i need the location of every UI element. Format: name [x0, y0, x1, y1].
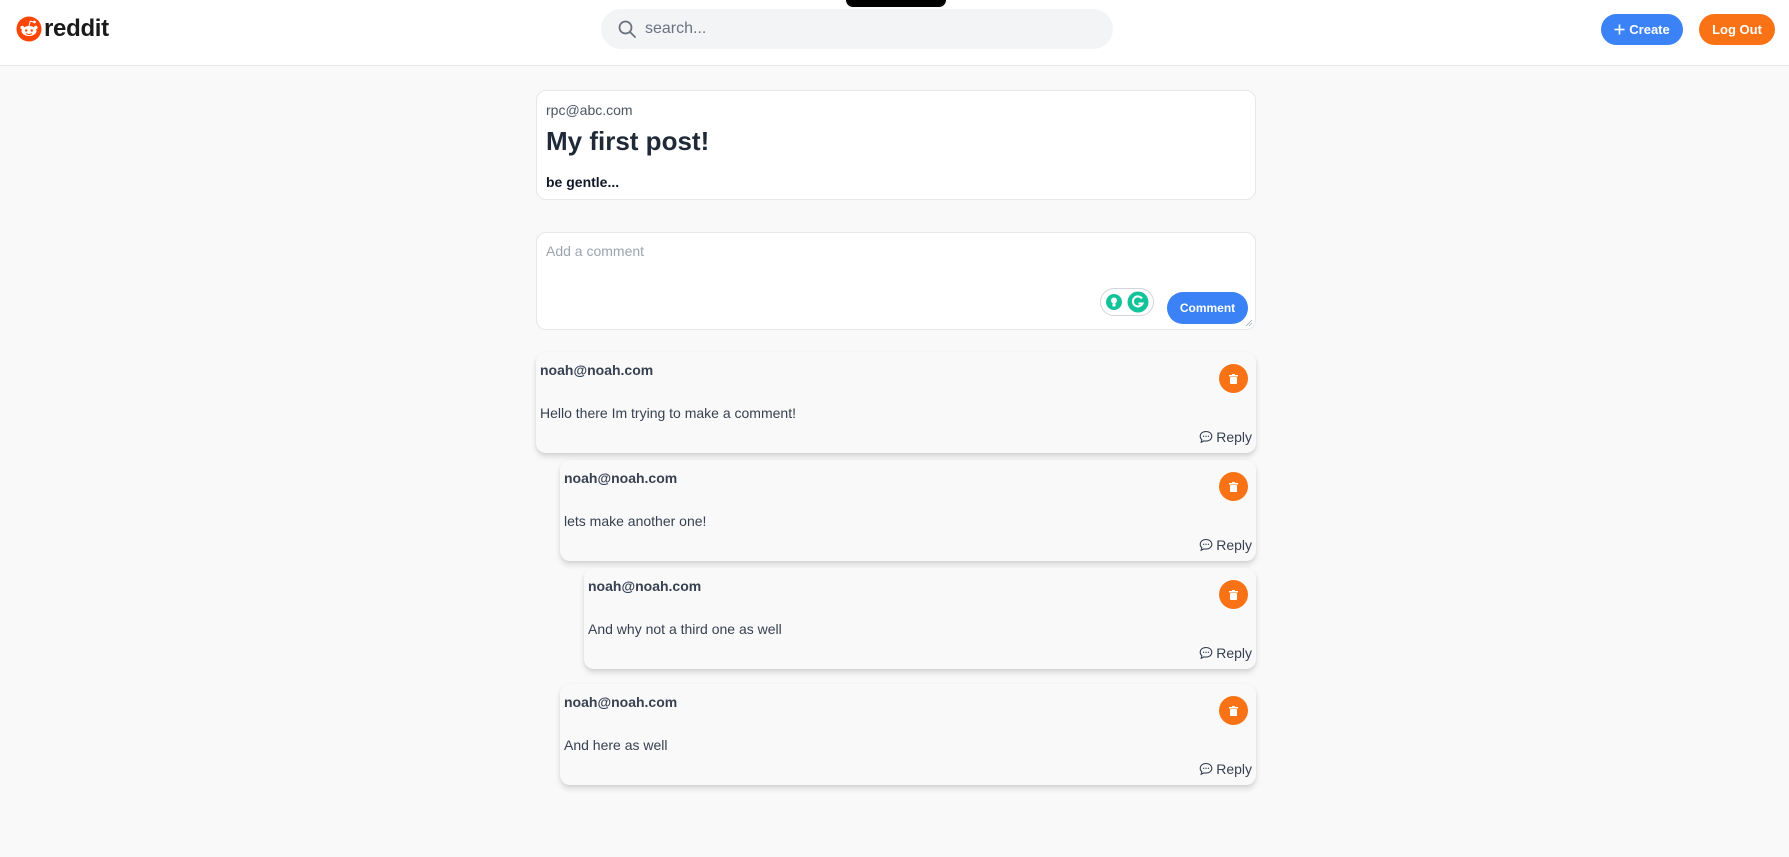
delete-comment-button[interactable]: [1219, 580, 1248, 609]
comment-author: noah@noah.com: [564, 694, 678, 710]
comment-item: noah@noah.com lets make another one! Rep…: [560, 460, 1256, 561]
comment-item: noah@noah.com And why not a third one as…: [584, 568, 1256, 669]
grammarly-icon: [1127, 291, 1149, 313]
camera-notch: [846, 0, 946, 7]
comment-author: noah@noah.com: [564, 470, 678, 486]
reddit-logo[interactable]: reddit: [16, 16, 109, 42]
reply-label: Reply: [1216, 429, 1252, 445]
post-card: rpc@abc.com My first post! be gentle...: [536, 90, 1256, 200]
comment-item: noah@noah.com Hello there Im trying to m…: [536, 352, 1256, 453]
reddit-logo-icon: [16, 16, 42, 42]
post-author: rpc@abc.com: [546, 102, 633, 118]
trash-icon: [1229, 481, 1238, 492]
comment-input[interactable]: [537, 233, 1255, 329]
create-button-label: Create: [1629, 22, 1670, 37]
comment-submit-button[interactable]: Comment: [1167, 292, 1248, 324]
search-input[interactable]: [645, 9, 1095, 49]
chat-bubble-icon: [1199, 646, 1213, 660]
resize-handle-icon[interactable]: [1245, 319, 1253, 327]
logo-text: reddit: [44, 15, 109, 42]
search-bar[interactable]: [601, 9, 1113, 49]
comment-text: lets make another one!: [564, 513, 707, 529]
reply-button[interactable]: Reply: [1199, 761, 1252, 777]
comment-author: noah@noah.com: [540, 362, 654, 378]
chat-bubble-icon: [1199, 762, 1213, 776]
delete-comment-button[interactable]: [1219, 696, 1248, 725]
trash-icon: [1229, 589, 1238, 600]
delete-comment-button[interactable]: [1219, 364, 1248, 393]
post-body: be gentle...: [546, 174, 620, 190]
reply-button[interactable]: Reply: [1199, 429, 1252, 445]
reply-label: Reply: [1216, 761, 1252, 777]
reply-label: Reply: [1216, 645, 1252, 661]
logout-button[interactable]: Log Out: [1699, 14, 1775, 45]
reply-button[interactable]: Reply: [1199, 645, 1252, 661]
chat-bubble-icon: [1199, 430, 1213, 444]
chat-bubble-icon: [1199, 538, 1213, 552]
trash-icon: [1229, 705, 1238, 716]
reply-button[interactable]: Reply: [1199, 537, 1252, 553]
delete-comment-button[interactable]: [1219, 472, 1248, 501]
comment-text: And here as well: [564, 737, 668, 753]
comment-text: Hello there Im trying to make a comment!: [540, 405, 796, 421]
create-button[interactable]: Create: [1601, 14, 1683, 45]
post-title: My first post!: [546, 126, 710, 156]
plus-icon: [1614, 24, 1625, 35]
search-icon: [618, 20, 636, 38]
top-navbar: reddit Create Log Out: [0, 0, 1789, 66]
reply-label: Reply: [1216, 537, 1252, 553]
comment-item: noah@noah.com And here as well Reply: [560, 684, 1256, 785]
comment-form: Comment: [536, 232, 1256, 330]
lightbulb-icon: [1106, 294, 1122, 310]
grammarly-widget[interactable]: [1100, 288, 1154, 316]
trash-icon: [1229, 373, 1238, 384]
comment-author: noah@noah.com: [588, 578, 702, 594]
comment-text: And why not a third one as well: [588, 621, 782, 637]
